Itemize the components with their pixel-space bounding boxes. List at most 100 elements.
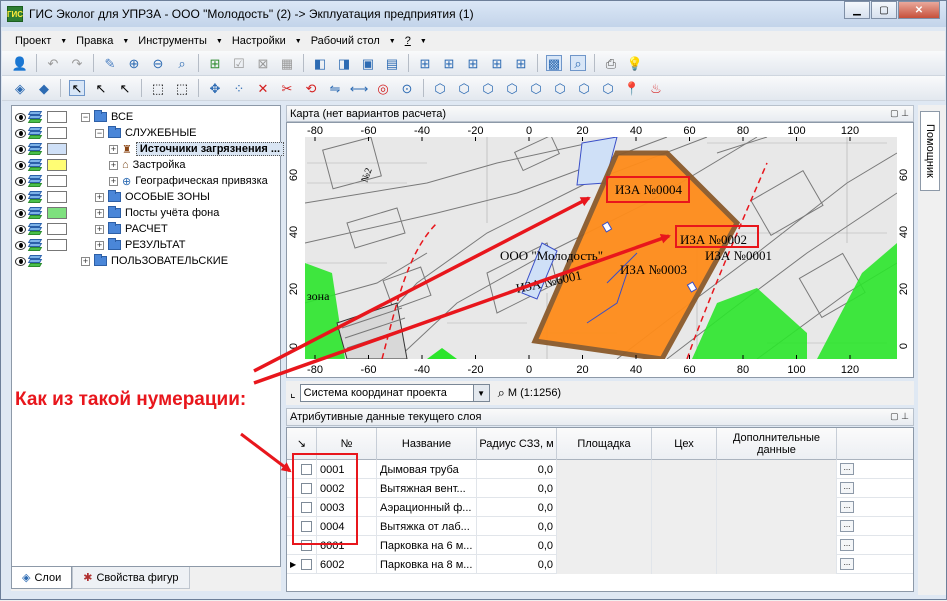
- layer-color-swatch[interactable]: [47, 143, 67, 155]
- cell-shop[interactable]: [652, 479, 717, 498]
- cell-radius[interactable]: 0,0: [477, 498, 557, 517]
- col-name[interactable]: Название: [377, 428, 477, 460]
- expand-icon[interactable]: +: [95, 208, 104, 218]
- poly-4-icon[interactable]: ⬡: [504, 80, 520, 96]
- cell-site[interactable]: [557, 517, 652, 536]
- col-radius[interactable]: Радиус СЗЗ, м: [477, 428, 557, 460]
- collapse-icon[interactable]: −: [95, 128, 104, 138]
- coordinate-system-select[interactable]: Система координат проекта ▼: [299, 384, 490, 402]
- map-canvas[interactable]: ИЗА №0004 ИЗА №0002 ИЗА №0003 ИЗА №0001 …: [286, 122, 914, 378]
- ungroup-icon[interactable]: ▤: [384, 55, 400, 71]
- print-icon[interactable]: ⎙: [603, 55, 619, 71]
- poly-5-icon[interactable]: ⬡: [528, 80, 544, 96]
- menu-help[interactable]: ?: [402, 35, 414, 47]
- cell-name[interactable]: Дымовая труба: [377, 460, 477, 479]
- table-row[interactable]: 6001 Парковка на 6 м... 0,0...: [287, 536, 913, 555]
- poly-1-icon[interactable]: ⬡: [432, 80, 448, 96]
- maximize-button[interactable]: ▢: [871, 1, 897, 19]
- zoom-dropdown-icon[interactable]: ⌕: [174, 55, 190, 71]
- visibility-eye-icon[interactable]: [15, 240, 26, 250]
- point-tool-icon[interactable]: ⊙: [399, 80, 415, 96]
- layer-row-posts[interactable]: + Посты учёта фона: [12, 205, 219, 221]
- layer-color-swatch[interactable]: [47, 111, 67, 123]
- zoom-in-icon[interactable]: ⊕: [126, 55, 142, 71]
- select-path-icon[interactable]: ⬚: [174, 80, 190, 96]
- menu-project[interactable]: Проект: [12, 35, 54, 47]
- ellipsis-button[interactable]: ...: [840, 558, 854, 570]
- map-view-icon[interactable]: ▩: [546, 55, 562, 71]
- layer-row-zones[interactable]: + ОСОБЫЕ ЗОНЫ: [12, 189, 210, 205]
- grid-1-icon[interactable]: ⊞: [417, 55, 433, 71]
- select-area-icon[interactable]: ⬚: [150, 80, 166, 96]
- visibility-eye-icon[interactable]: [15, 128, 26, 138]
- visibility-eye-icon[interactable]: [15, 224, 26, 234]
- table-row[interactable]: ▶ 6002 Парковка на 8 м... 0,0...: [287, 555, 913, 574]
- expand-icon[interactable]: +: [95, 224, 104, 234]
- delete-object-icon[interactable]: ⊠: [255, 55, 271, 71]
- visibility-eye-icon[interactable]: [15, 160, 26, 170]
- layer-color-swatch[interactable]: [47, 191, 67, 203]
- layer-row-result[interactable]: + РЕЗУЛЬТАТ: [12, 237, 185, 253]
- expand-icon[interactable]: +: [95, 240, 104, 250]
- ellipsis-button[interactable]: ...: [840, 463, 854, 475]
- cell-name[interactable]: Вытяжка от лаб...: [377, 517, 477, 536]
- table-icon[interactable]: ▦: [279, 55, 295, 71]
- circle-tool-icon[interactable]: ◎: [375, 80, 391, 96]
- expand-icon[interactable]: +: [81, 256, 90, 266]
- expand-icon[interactable]: +: [109, 176, 118, 186]
- menu-settings[interactable]: Настройки: [229, 35, 289, 47]
- layer-back-icon[interactable]: ◨: [336, 55, 352, 71]
- grid-5-icon[interactable]: ⊞: [513, 55, 529, 71]
- pin-icon[interactable]: 📍: [624, 80, 640, 96]
- visibility-eye-icon[interactable]: [15, 112, 26, 122]
- cell-site[interactable]: [557, 555, 652, 574]
- layer-row-user[interactable]: + ПОЛЬЗОВАТЕЛЬСКИЕ: [12, 253, 228, 269]
- visibility-eye-icon[interactable]: [15, 208, 26, 218]
- collapse-icon[interactable]: −: [81, 112, 90, 122]
- cell-shop[interactable]: [652, 536, 717, 555]
- visibility-eye-icon[interactable]: [15, 256, 26, 266]
- cell-extra[interactable]: [717, 555, 837, 574]
- cell-radius[interactable]: 0,0: [477, 536, 557, 555]
- cell-shop[interactable]: [652, 498, 717, 517]
- table-row[interactable]: 0004 Вытяжка от лаб... 0,0...: [287, 517, 913, 536]
- expand-icon[interactable]: +: [109, 144, 118, 154]
- menu-edit[interactable]: Правка: [73, 35, 116, 47]
- grid-4-icon[interactable]: ⊞: [489, 55, 505, 71]
- poly-3-icon[interactable]: ⬡: [480, 80, 496, 96]
- cell-shop[interactable]: [652, 517, 717, 536]
- layer-row-service[interactable]: − СЛУЖЕБНЫЕ: [12, 125, 197, 141]
- cell-shop[interactable]: [652, 555, 717, 574]
- lightbulb-icon[interactable]: 💡: [627, 55, 643, 71]
- move-icon[interactable]: ✥: [207, 80, 223, 96]
- visibility-eye-icon[interactable]: [15, 176, 26, 186]
- mirror-icon[interactable]: ⇋: [327, 80, 343, 96]
- ellipsis-button[interactable]: ...: [840, 482, 854, 494]
- row-checkbox[interactable]: [301, 559, 312, 570]
- poly-7-icon[interactable]: ⬡: [576, 80, 592, 96]
- cell-name[interactable]: Парковка на 6 м...: [377, 536, 477, 555]
- delete-shape-icon[interactable]: ✕: [255, 80, 271, 96]
- close-button[interactable]: ✕: [898, 1, 940, 19]
- zoom-out-icon[interactable]: ⊖: [150, 55, 166, 71]
- map-svg[interactable]: ИЗА №0004 ИЗА №0002 ИЗА №0003 ИЗА №0001 …: [287, 123, 914, 378]
- col-site[interactable]: Площадка: [557, 428, 652, 460]
- layer-row-all[interactable]: − ВСЕ: [12, 109, 133, 125]
- layer-color-swatch[interactable]: [47, 175, 67, 187]
- chevron-down-icon[interactable]: ▼: [472, 385, 489, 401]
- cell-extra[interactable]: [717, 536, 837, 555]
- poly-8-icon[interactable]: ⬡: [600, 80, 616, 96]
- cell-site[interactable]: [557, 536, 652, 555]
- cell-extra[interactable]: [717, 517, 837, 536]
- cell-name[interactable]: Парковка на 8 м...: [377, 555, 477, 574]
- cell-radius[interactable]: 0,0: [477, 555, 557, 574]
- cut-shape-icon[interactable]: ✂: [279, 80, 295, 96]
- scale-icon[interactable]: ⌕: [498, 385, 505, 401]
- cell-radius[interactable]: 0,0: [477, 479, 557, 498]
- node-edit-icon[interactable]: ⁘: [231, 80, 247, 96]
- source-icon[interactable]: ♨: [648, 80, 664, 96]
- map-zoom-icon[interactable]: ⌕: [570, 55, 586, 71]
- visibility-eye-icon[interactable]: [15, 144, 26, 154]
- cell-num[interactable]: 6002: [317, 555, 377, 574]
- ellipsis-button[interactable]: ...: [840, 501, 854, 513]
